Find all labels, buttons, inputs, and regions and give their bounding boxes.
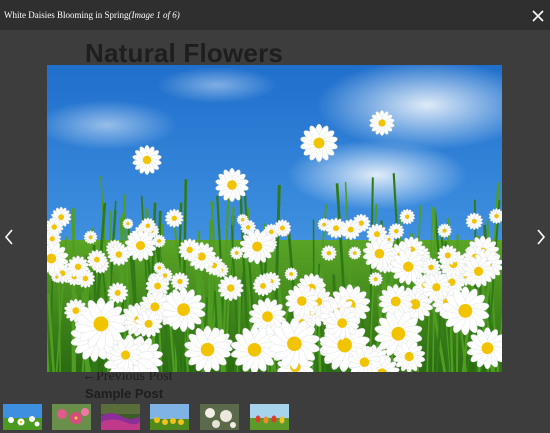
next-image-button[interactable] [534,226,548,248]
thumbnail-tulips-image [250,404,289,430]
thumbnail-purple-field-image [101,404,140,430]
thumbnail-pink-flowers-image [52,404,91,430]
caption-title: White Daisies Blooming in Spring [4,10,129,20]
chevron-right-icon [537,229,546,245]
lightbox-image [47,65,502,372]
thumbnail-6[interactable] [250,404,289,430]
thumbnail-5[interactable] [200,404,239,430]
close-icon [532,10,544,22]
thumbnail-daisies-image [3,404,42,430]
thumbnail-3[interactable] [101,404,140,430]
thumbnail-1[interactable] [3,404,42,430]
thumbnail-sunflowers-image [150,404,189,430]
thumbnail-white-flowers-image [200,404,239,430]
previous-image-button[interactable] [2,226,16,248]
image-counter: (Image 1 of 6) [128,10,180,20]
close-button[interactable] [530,8,546,24]
thumbnail-2[interactable] [52,404,91,430]
lightbox-header: White Daisies Blooming in Spring(Image 1… [0,0,550,30]
thumbnail-4[interactable] [150,404,189,430]
thumbnail-strip [0,404,550,433]
daisy-photo [47,65,502,372]
chevron-left-icon [4,229,13,245]
image-caption: White Daisies Blooming in Spring(Image 1… [4,10,180,20]
post-title: Sample Post [85,386,164,401]
